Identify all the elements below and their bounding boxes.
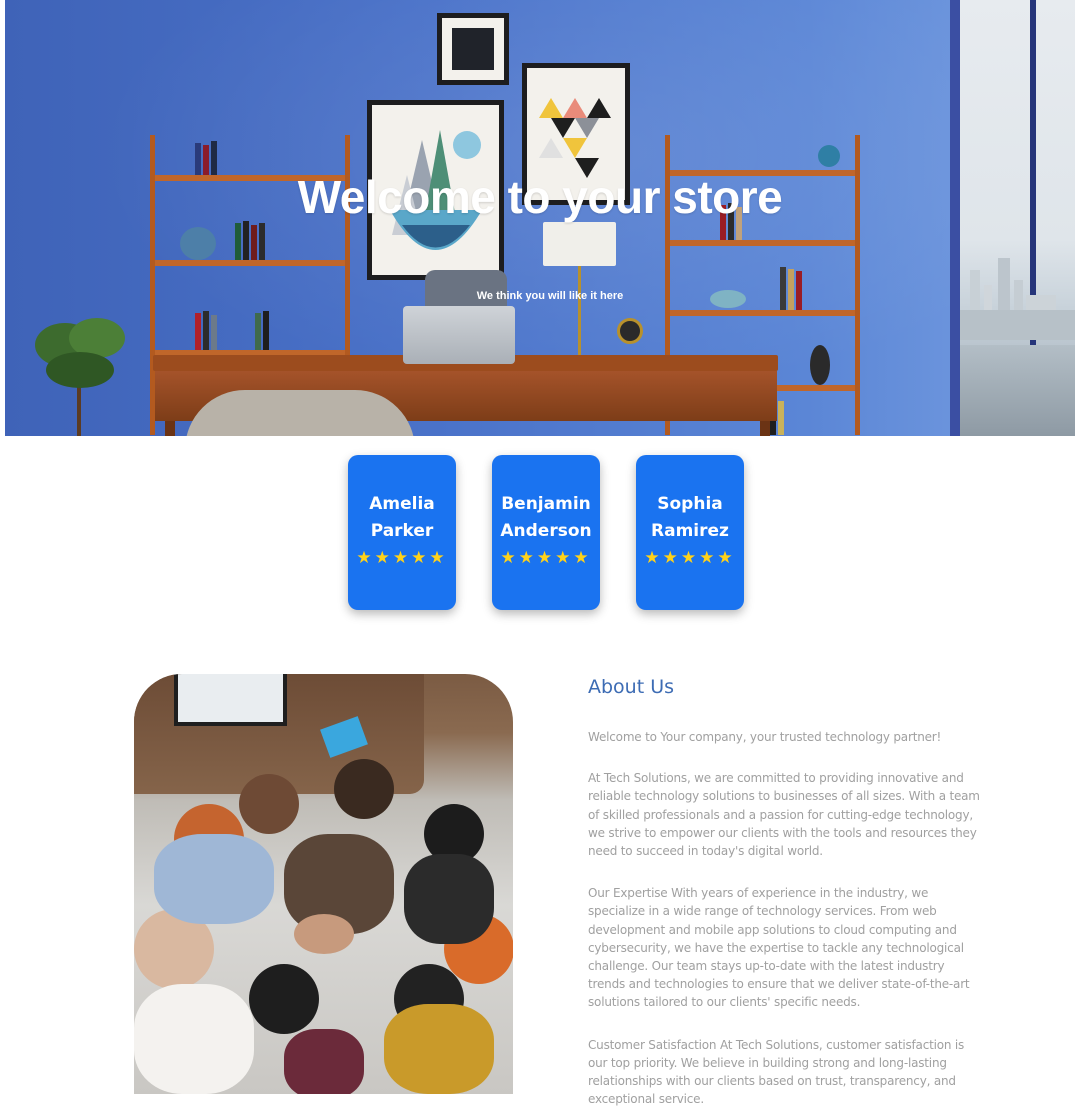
reviewer-name: Benjamin Anderson (492, 491, 600, 545)
reviewer-last-name: Anderson (500, 521, 592, 541)
person-shirt (384, 1004, 494, 1094)
desk-leg (760, 421, 770, 436)
hero-subtitle: We think you will like it here (476, 290, 624, 302)
reviewer-name: Amelia Parker (348, 491, 456, 545)
hero-banner: Welcome to your store We think you will … (5, 0, 1075, 436)
about-heading: About Us (588, 676, 675, 698)
reviewer-first-name: Sophia (657, 494, 723, 514)
person-head (334, 759, 394, 819)
person-shirt (284, 1029, 364, 1094)
desk-leg (165, 421, 175, 436)
plant (35, 318, 125, 436)
person-shirt (154, 834, 274, 924)
person-shirt (404, 854, 494, 944)
review-cards: Amelia Parker ★★★★★ Benjamin Anderson ★★… (0, 455, 1080, 615)
stacked-hands (294, 914, 354, 954)
person-head (249, 964, 319, 1034)
person-head (239, 774, 299, 834)
star-rating: ★★★★★ (500, 548, 592, 568)
reviewer-last-name: Parker (370, 521, 434, 541)
armchair (185, 390, 415, 436)
about-paragraph: At Tech Solutions, we are committed to p… (588, 771, 980, 859)
reviewer-first-name: Amelia (369, 494, 435, 514)
review-card[interactable]: Benjamin Anderson ★★★★★ (492, 455, 600, 610)
about-section: About Us Welcome to Your company, your t… (588, 676, 980, 1108)
reviewer-first-name: Benjamin (501, 494, 591, 514)
about-paragraph: Customer Satisfaction At Tech Solutions,… (588, 1037, 965, 1107)
person-shirt (134, 984, 254, 1094)
photo-monitor (174, 674, 287, 726)
desk-lamp (543, 222, 616, 266)
framed-picture (437, 13, 509, 85)
reviewer-name: Sophia Ramirez (636, 491, 744, 545)
review-card[interactable]: Sophia Ramirez ★★★★★ (636, 455, 744, 610)
desk-lamp-stand (578, 266, 581, 358)
about-paragraph: Our Expertise With years of experience i… (588, 886, 970, 1010)
window-water (960, 345, 1075, 436)
team-photo (134, 674, 513, 1094)
about-paragraph: Welcome to Your company, your trusted te… (588, 730, 942, 744)
laptop (403, 306, 515, 364)
star-rating: ★★★★★ (644, 548, 736, 568)
star-rating: ★★★★★ (356, 548, 448, 568)
reviewer-last-name: Ramirez (651, 521, 729, 541)
hero-title: Welcome to your store (297, 171, 783, 223)
desk-clock (617, 318, 643, 344)
review-card[interactable]: Amelia Parker ★★★★★ (348, 455, 456, 610)
